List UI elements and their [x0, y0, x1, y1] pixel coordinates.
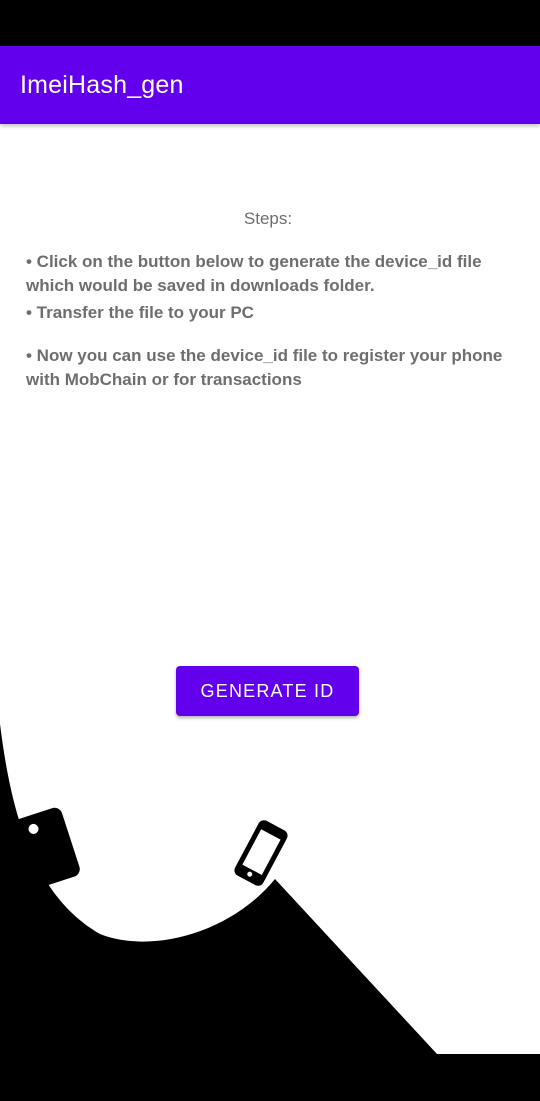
- step-1-line-1: • Click on the button below to generate …: [26, 252, 482, 271]
- status-bar: [0, 0, 540, 46]
- app-title: ImeiHash_gen: [20, 71, 184, 99]
- step-3: • Now you can use the device_id file to …: [26, 344, 540, 392]
- smartphone-icon: [234, 820, 288, 886]
- phone-icon: [12, 807, 80, 889]
- curved-ground-shape: [0, 724, 437, 1054]
- step-1: • Click on the button below to generate …: [26, 250, 540, 298]
- generate-id-button[interactable]: GENERATE ID: [176, 666, 359, 716]
- step-2-line-1: • Transfer the file to your PC: [26, 303, 254, 322]
- step-2: • Transfer the file to your PC: [26, 301, 540, 325]
- step-1-line-2: which would be saved in downloads folder…: [26, 276, 375, 295]
- navigation-bar: [0, 1054, 540, 1101]
- app-screen: ImeiHash_gen Steps: • Click on the butto…: [0, 0, 540, 1101]
- main-content: Steps: • Click on the button below to ge…: [0, 124, 540, 1054]
- step-3-line-1: • Now you can use the device_id file to …: [26, 346, 503, 365]
- step-3-line-2: with MobChain or for transactions: [26, 370, 302, 389]
- steps-heading: Steps:: [243, 209, 293, 228]
- app-bar: ImeiHash_gen: [0, 46, 540, 124]
